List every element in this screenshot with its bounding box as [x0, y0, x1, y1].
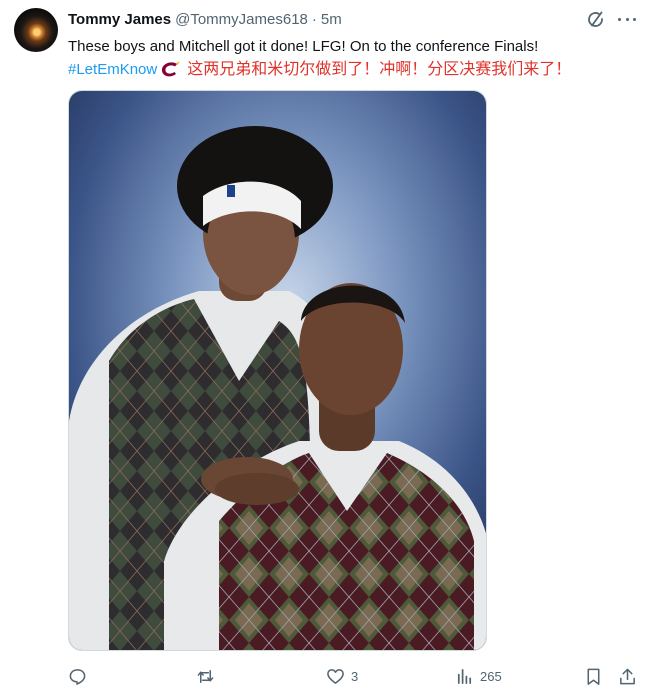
retweet-icon — [197, 670, 214, 683]
heart-icon — [327, 669, 344, 684]
reply-button[interactable] — [68, 667, 93, 686]
bookmark-button[interactable] — [584, 667, 603, 686]
views-count: 265 — [480, 669, 502, 684]
views-icon — [457, 668, 472, 685]
tweet-header: Tommy James @TommyJames618 · 5m — [68, 9, 342, 29]
like-count: 3 — [351, 669, 359, 684]
author-avatar[interactable] — [14, 8, 58, 52]
hashtag-link[interactable]: #LetEmKnow — [68, 60, 157, 80]
reply-icon — [69, 669, 86, 685]
photo-image — [69, 91, 486, 650]
author-name[interactable]: Tommy James — [68, 11, 171, 28]
retweet-button[interactable] — [196, 667, 221, 686]
tweet-timestamp[interactable]: 5m — [321, 11, 342, 28]
bookmark-icon — [587, 668, 600, 685]
tweet-text: These boys and Mitchell got it done! LFG… — [68, 38, 539, 55]
views-button[interactable]: 265 — [455, 667, 502, 686]
tweet-actions: 3 265 — [0, 664, 648, 690]
cavaliers-c-logo-icon — [162, 61, 181, 77]
translation-text: 这两兄弟和米切尔做到了！冲啊！分区决赛我们来了！ — [187, 61, 572, 78]
author-handle[interactable]: @TommyJames618 — [175, 11, 308, 28]
like-button[interactable]: 3 — [326, 667, 358, 686]
tweet-text-line-2: #LetEmKnow 这两兄弟和米切尔做到了！冲啊！分区决赛我们来了！ — [68, 60, 571, 80]
more-dots-icon[interactable] — [616, 9, 638, 29]
grok-icon[interactable] — [586, 9, 606, 29]
separator-dot: · — [311, 10, 317, 28]
tweet-photo[interactable] — [68, 90, 487, 651]
share-button[interactable] — [618, 667, 637, 686]
share-icon — [620, 668, 635, 685]
